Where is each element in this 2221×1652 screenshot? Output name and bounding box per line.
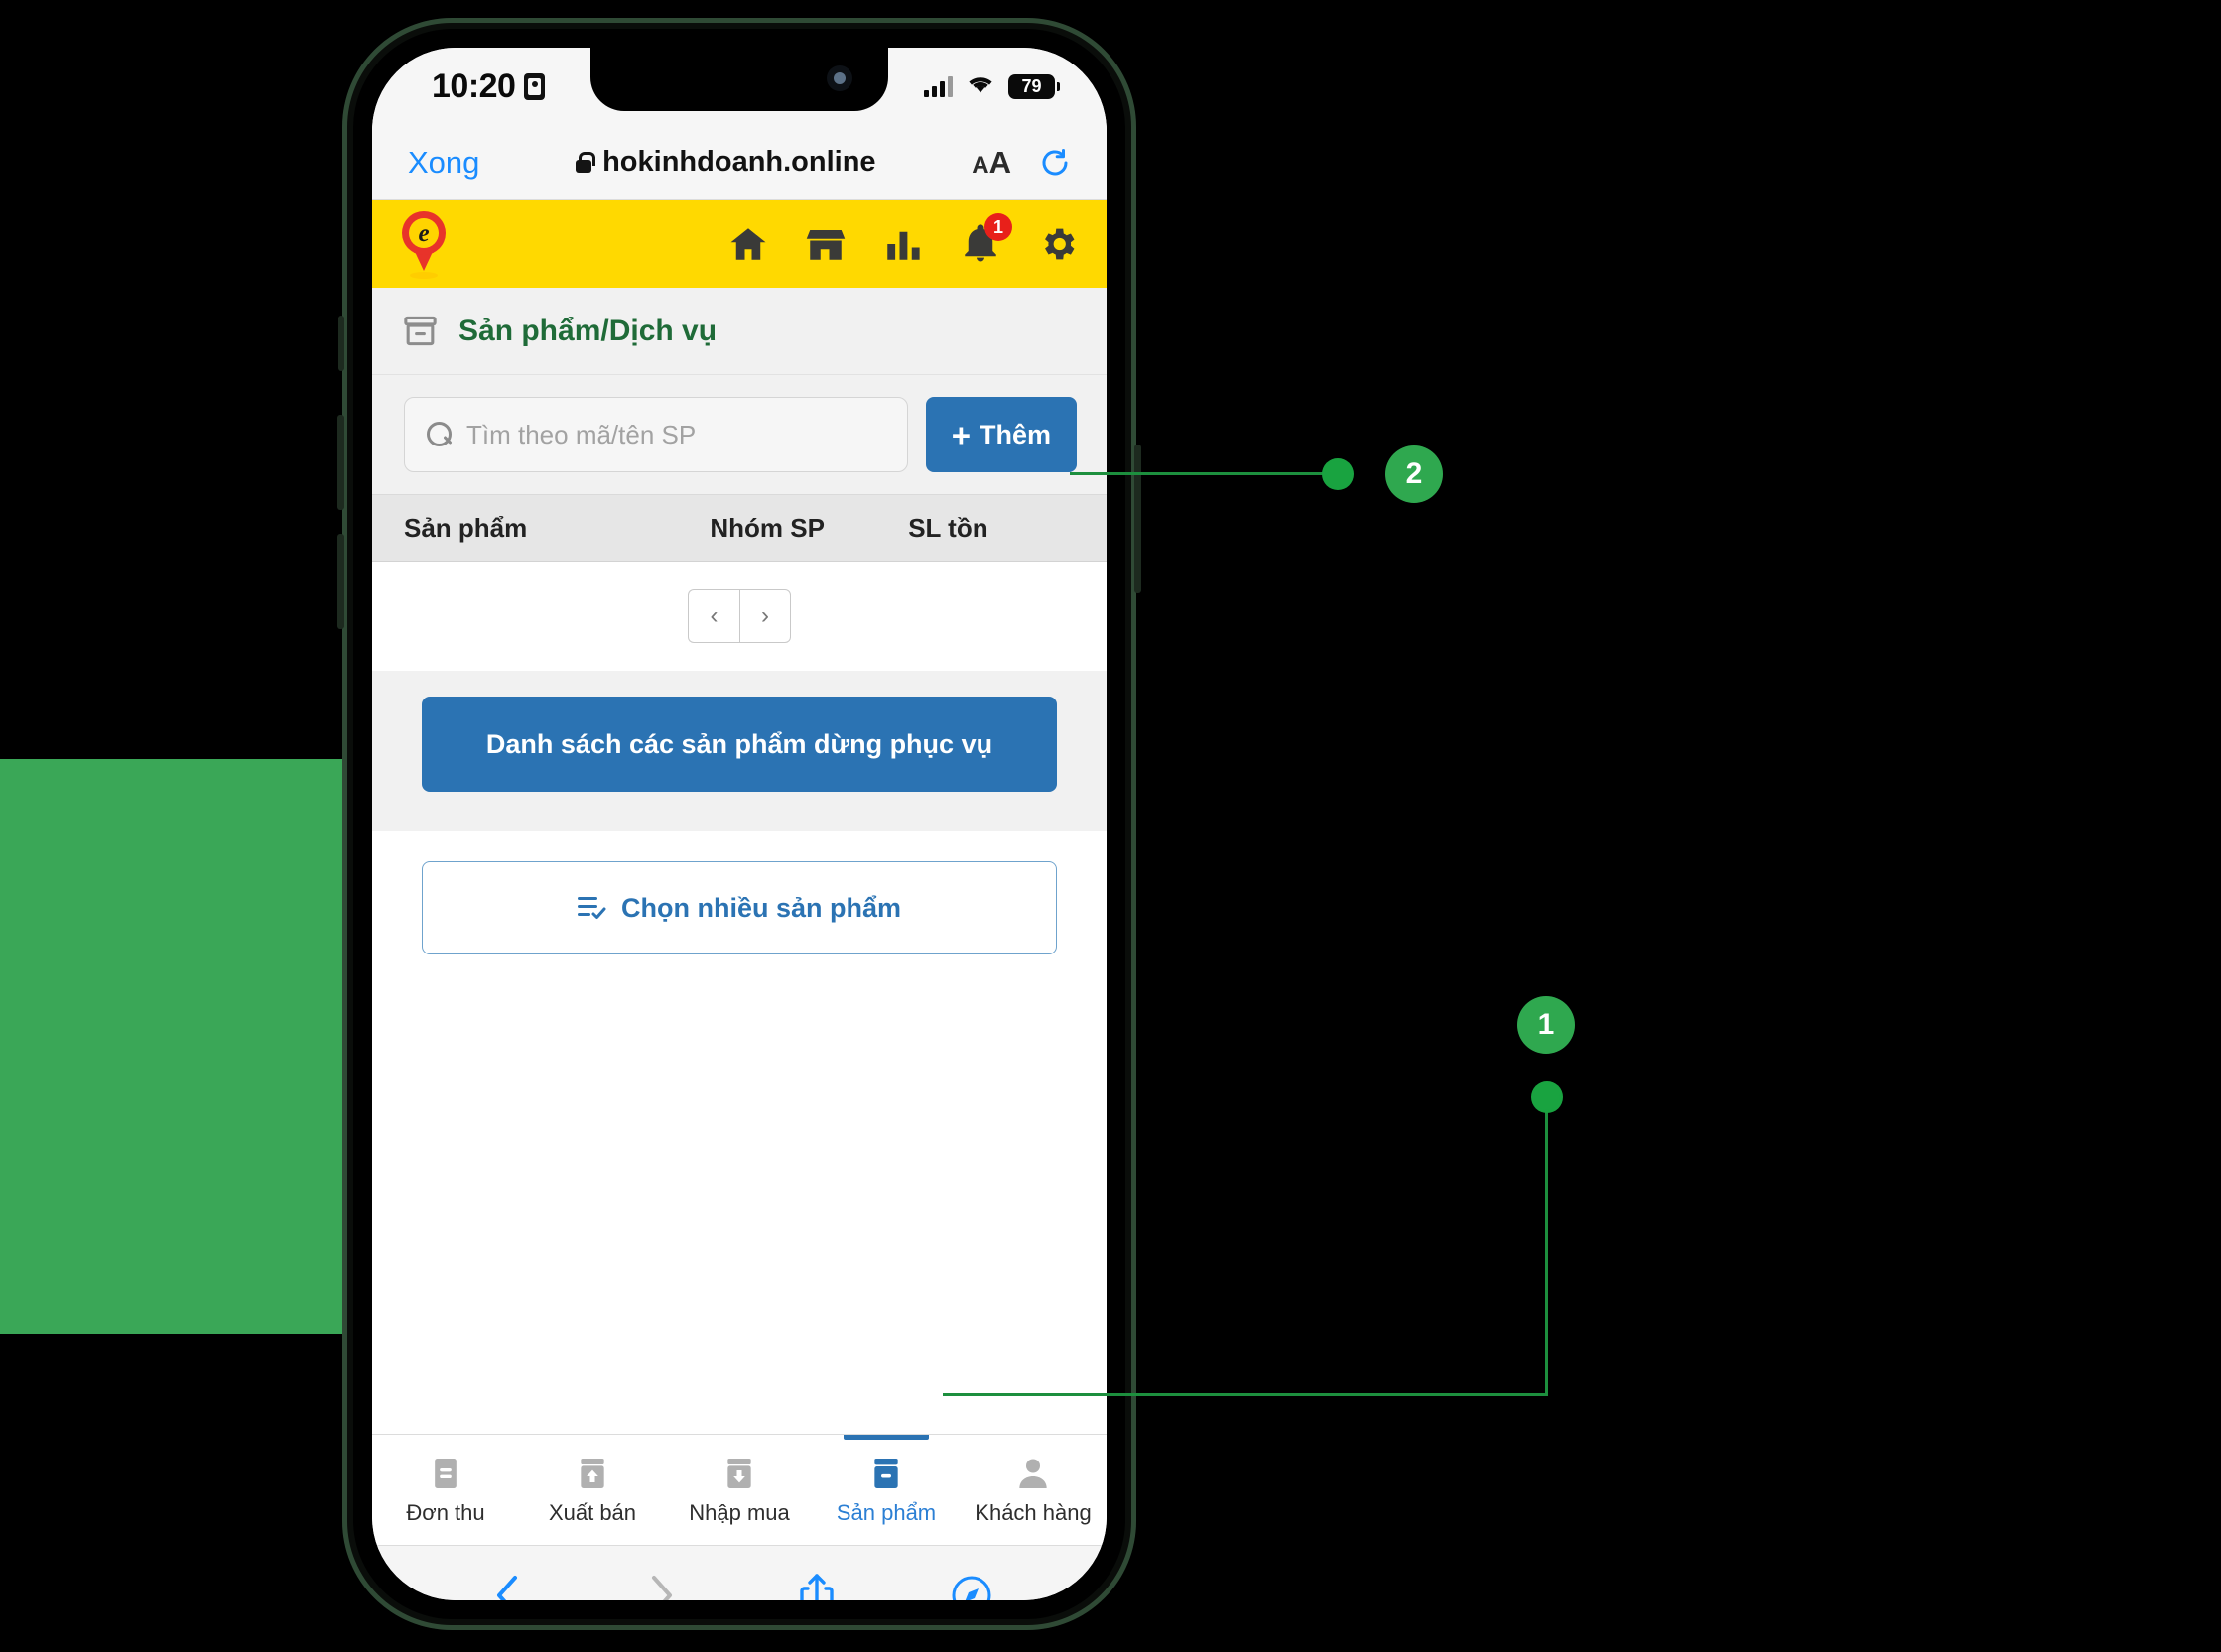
browser-url-bar: Xong hokinhdoanh.online AA	[372, 125, 1107, 200]
search-input[interactable]: Tìm theo mã/tên SP	[466, 420, 696, 450]
plus-icon: +	[951, 416, 971, 453]
browser-toolbar	[372, 1545, 1107, 1600]
box-down-arrow-icon	[719, 1454, 759, 1493]
lock-icon	[576, 152, 595, 173]
annotation-2-line	[1070, 472, 1346, 475]
reload-icon[interactable]	[1039, 147, 1071, 179]
search-icon	[427, 422, 453, 447]
phone-screen: 10:20 79 Xong hokinhdoanh.online AA e 1 …	[372, 48, 1107, 1600]
archive-box-icon	[402, 313, 439, 349]
back-chevron-icon[interactable]	[430, 1574, 585, 1600]
text-size-button[interactable]: AA	[972, 145, 1011, 181]
multi-select-button[interactable]: Chọn nhiều sản phẩm	[422, 861, 1057, 954]
tabbar-label-san-pham: Sản phẩm	[836, 1500, 937, 1525]
wifi-icon	[966, 73, 995, 100]
page-title-bar: Sản phẩm/Dịch vụ	[372, 288, 1107, 375]
list-check-icon	[577, 895, 607, 921]
page-title: Sản phẩm/Dịch vụ	[458, 314, 718, 347]
annotation-1-number: 1	[1537, 1008, 1555, 1041]
app-body: Sản phẩm/Dịch vụ Tìm theo mã/tên SP + Th…	[372, 288, 1107, 1434]
annotation-1-line-vertical	[1545, 1101, 1548, 1396]
e-map-pin-logo[interactable]: e	[396, 211, 452, 279]
tabbar-label-don-thu: Đơn thu	[406, 1500, 485, 1525]
screenshot-canvas: 10:20 79 Xong hokinhdoanh.online AA e 1 …	[0, 0, 2221, 1652]
tabbar-item-san-pham[interactable]: Sản phẩm	[813, 1435, 960, 1545]
annotation-1-marker: 1	[1517, 996, 1575, 1054]
search-row: Tìm theo mã/tên SP + Thêm	[372, 375, 1107, 494]
done-button[interactable]: Xong	[408, 145, 479, 181]
cellular-signal-icon	[924, 75, 953, 97]
volume-down-button[interactable]	[337, 534, 344, 629]
tabbar-item-don-thu[interactable]: Đơn thu	[372, 1435, 519, 1545]
stopped-products-button[interactable]: Danh sách các sản phẩm dừng phục vụ	[422, 697, 1057, 792]
archive-box-icon	[866, 1454, 906, 1493]
chart-icon[interactable]	[882, 223, 924, 265]
front-camera	[827, 65, 852, 91]
active-tab-indicator	[844, 1435, 929, 1440]
power-button[interactable]	[1134, 445, 1141, 593]
gear-icon[interactable]	[1037, 223, 1079, 265]
tabbar-label-xuat-ban: Xuất bán	[548, 1500, 637, 1525]
status-bar-time-group: 10:20	[432, 66, 546, 106]
annotation-2-dot	[1325, 461, 1351, 487]
column-header-group: Nhóm SP	[710, 512, 825, 543]
column-header-product: Sản phẩm	[404, 512, 528, 543]
battery-indicator: 79	[1008, 73, 1060, 99]
person-icon	[1013, 1454, 1053, 1493]
pagination: ‹ ›	[688, 589, 791, 643]
products-table-body: ‹ ›	[372, 562, 1107, 671]
search-input-wrapper[interactable]: Tìm theo mã/tên SP	[404, 397, 908, 472]
add-product-label: Thêm	[979, 419, 1051, 449]
status-bar-indicators: 79	[924, 73, 1060, 100]
app-header-bar: e 1	[372, 200, 1107, 288]
annotation-2-marker: 2	[1385, 445, 1443, 503]
volume-up-button[interactable]	[337, 415, 344, 510]
bell-icon[interactable]: 1	[960, 213, 1012, 265]
pagination-prev-button[interactable]: ‹	[688, 589, 739, 643]
forward-chevron-icon	[585, 1574, 739, 1600]
phone-frame: 10:20 79 Xong hokinhdoanh.online AA e 1 …	[337, 18, 1141, 1630]
decorative-green-block	[0, 759, 347, 1334]
column-header-stock: SL tồn	[908, 512, 988, 543]
content-filler	[372, 984, 1107, 1434]
url-display[interactable]: hokinhdoanh.online	[479, 146, 972, 179]
box-up-arrow-icon	[573, 1454, 612, 1493]
bottom-tabbar: Đơn thu Xuất bán Nhập mua Sản phẩm Khách…	[372, 1434, 1107, 1545]
tabbar-label-khach-hang: Khách hàng	[975, 1500, 1092, 1525]
status-time: 10:20	[432, 66, 516, 105]
id-card-icon	[524, 72, 546, 100]
share-icon[interactable]	[739, 1573, 894, 1600]
tabbar-item-xuat-ban[interactable]: Xuất bán	[519, 1435, 666, 1545]
multi-select-section: Chọn nhiều sản phẩm	[372, 831, 1107, 984]
tabbar-item-nhap-mua[interactable]: Nhập mua	[666, 1435, 813, 1545]
tabbar-item-khach-hang[interactable]: Khách hàng	[960, 1435, 1107, 1545]
store-icon[interactable]	[805, 223, 847, 265]
add-product-button[interactable]: + Thêm	[925, 397, 1077, 472]
annotation-1-line-horizontal	[943, 1393, 1548, 1396]
app-header-icons: 1	[727, 213, 1079, 265]
notification-badge: 1	[984, 213, 1012, 241]
url-text: hokinhdoanh.online	[602, 146, 876, 178]
annotation-2-number: 2	[1405, 457, 1423, 490]
multi-select-label: Chọn nhiều sản phẩm	[620, 892, 901, 923]
notch	[590, 48, 888, 111]
tabbar-label-nhap-mua: Nhập mua	[689, 1500, 790, 1525]
compass-icon[interactable]	[894, 1574, 1049, 1600]
stopped-products-section: Danh sách các sản phẩm dừng phục vụ	[372, 671, 1107, 831]
mute-switch[interactable]	[338, 316, 344, 371]
products-table-header: Sản phẩm Nhóm SP SL tồn	[372, 494, 1107, 562]
annotation-1-dot	[1534, 1084, 1560, 1110]
receipt-icon	[426, 1454, 465, 1493]
pagination-next-button[interactable]: ›	[739, 589, 791, 643]
home-icon[interactable]	[727, 223, 769, 265]
